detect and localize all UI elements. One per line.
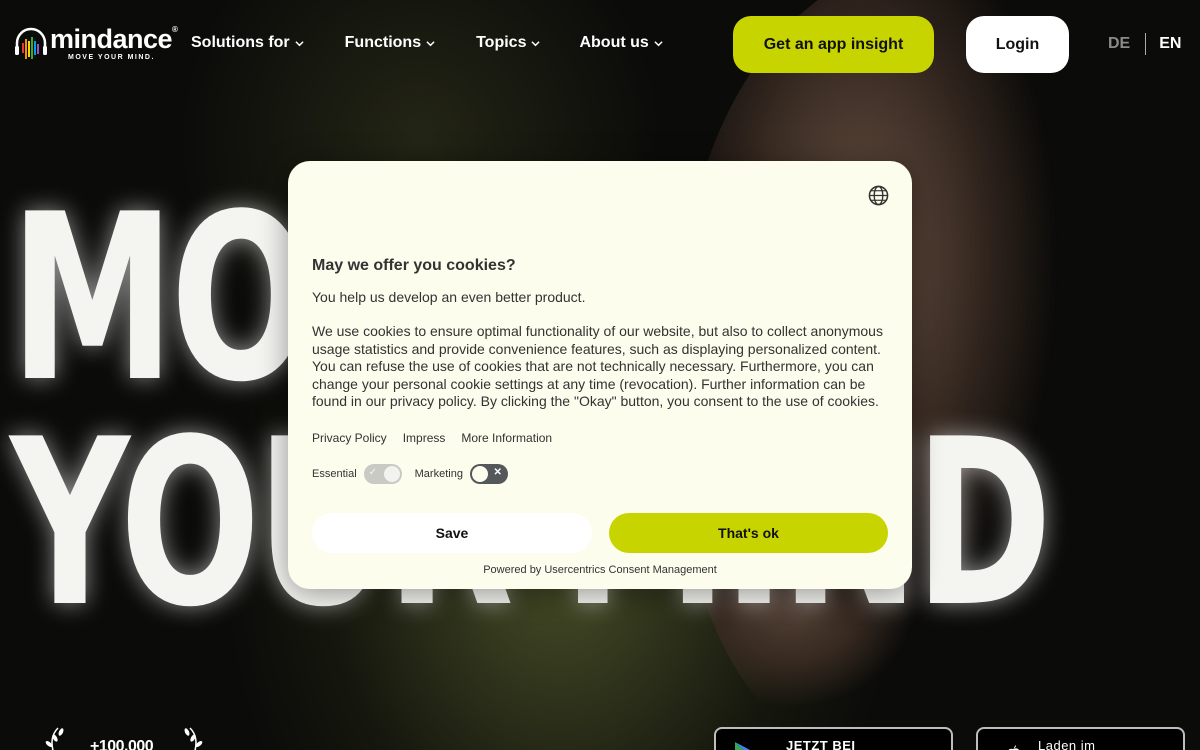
toggle-knob	[471, 466, 488, 482]
cookie-dialog-body: We use cookies to ensure optimal functio…	[312, 323, 883, 410]
more-information-link[interactable]: More Information	[461, 431, 552, 445]
cookie-dialog-subtitle: You help us develop an even better produ…	[312, 289, 586, 305]
essential-toggle[interactable]: ✓	[363, 464, 402, 484]
cookie-consent-dialog: May we offer you cookies? You help us de…	[288, 161, 912, 589]
marketing-toggle[interactable]: ✕	[469, 464, 508, 484]
toggle-knob	[383, 466, 400, 482]
powered-by-text: Powered by Usercentrics Consent Manageme…	[483, 564, 717, 576]
check-icon: ✓	[368, 467, 378, 478]
accept-cookies-button[interactable]: That's ok	[609, 513, 888, 553]
essential-toggle-label: Essential	[312, 468, 357, 480]
cookie-dialog-title: May we offer you cookies?	[312, 257, 516, 274]
marketing-toggle-label: Marketing	[414, 468, 463, 480]
consent-toggles: Essential ✓ Marketing ✕	[312, 464, 508, 484]
save-button[interactable]: Save	[312, 513, 592, 553]
cookie-dialog-links: Privacy Policy Impress More Information	[312, 431, 568, 445]
close-icon: ✕	[493, 467, 502, 478]
impress-link[interactable]: Impress	[403, 431, 446, 445]
globe-icon[interactable]	[868, 185, 889, 206]
privacy-policy-link[interactable]: Privacy Policy	[312, 431, 387, 445]
